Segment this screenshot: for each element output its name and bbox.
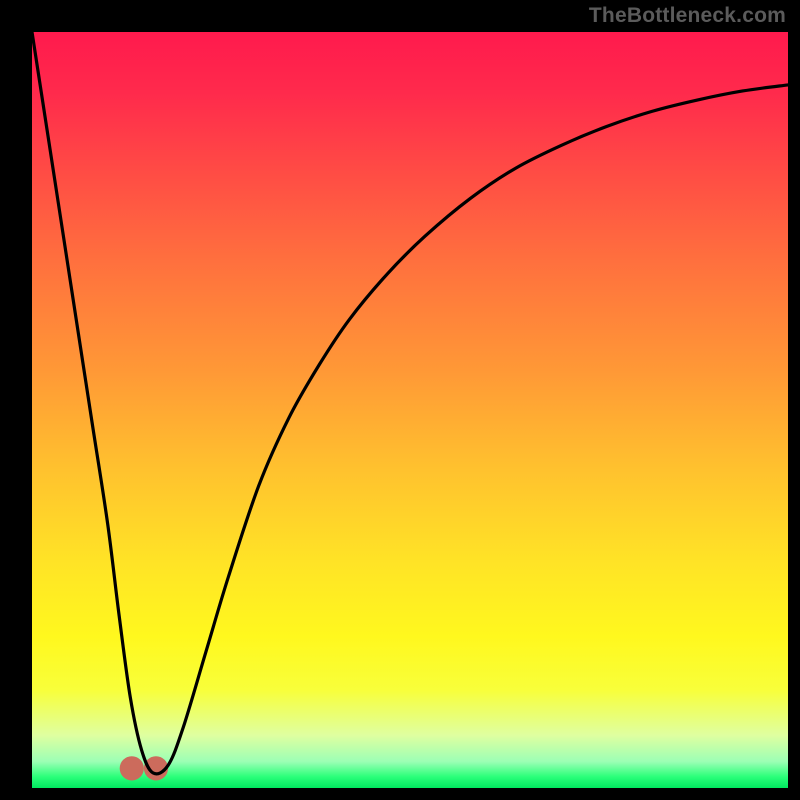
curve-layer [32, 32, 788, 788]
plot-area [32, 32, 788, 788]
main-curve [32, 32, 788, 774]
outer-frame: TheBottleneck.com [0, 0, 800, 800]
marker-lobe-left [120, 756, 144, 780]
watermark-text: TheBottleneck.com [589, 4, 786, 28]
